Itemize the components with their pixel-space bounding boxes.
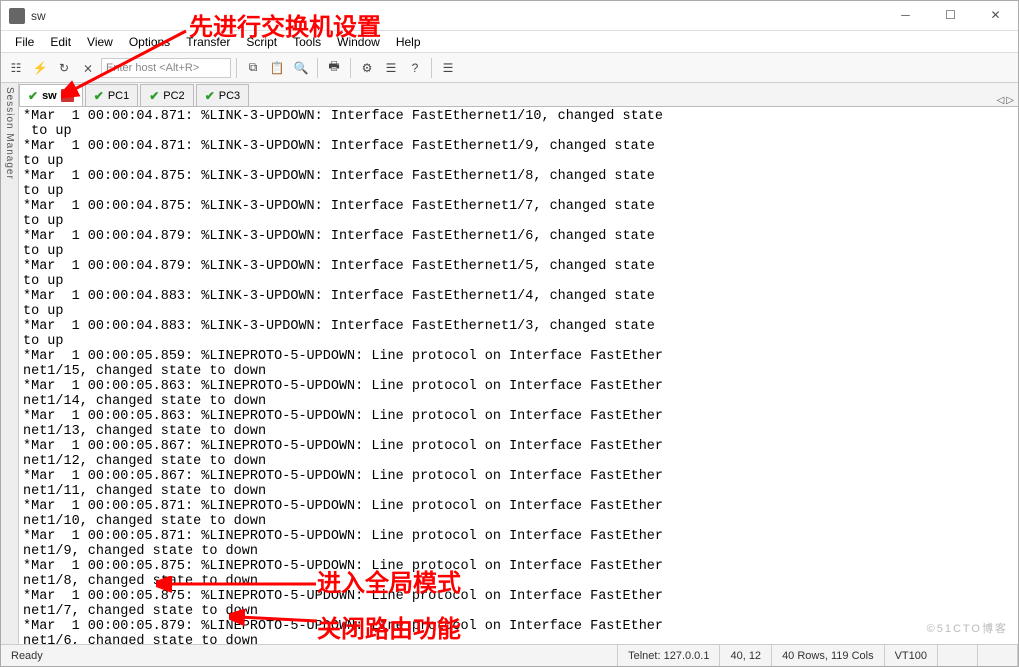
menu-window[interactable]: Window (329, 33, 388, 51)
terminal-line: *Mar 1 00:00:05.867: %LINEPROTO-5-UPDOWN… (23, 469, 1014, 499)
tab-next-icon[interactable]: ▷ (1006, 95, 1014, 106)
session-options-icon[interactable]: ☰ (380, 57, 402, 79)
terminal-line: *Mar 1 00:00:04.875: %LINK-3-UPDOWN: Int… (23, 169, 1014, 199)
terminal-line: *Mar 1 00:00:04.871: %LINK-3-UPDOWN: Int… (23, 109, 1014, 139)
menubar: File Edit View Options Transfer Script T… (1, 31, 1018, 53)
titlebar: sw ─ ☐ ✕ (1, 1, 1018, 31)
terminal-line: *Mar 1 00:00:04.871: %LINK-3-UPDOWN: Int… (23, 139, 1014, 169)
app-window: sw ─ ☐ ✕ File Edit View Options Transfer… (0, 0, 1019, 667)
tab-pc2[interactable]: ✔ PC2 (140, 84, 193, 106)
status-num (978, 645, 1018, 666)
separator (236, 58, 237, 78)
status-emulation: VT100 (885, 645, 938, 666)
menu-script[interactable]: Script (238, 33, 285, 51)
app-icon (9, 8, 25, 24)
tab-label: PC1 (108, 90, 129, 102)
find-icon[interactable]: 🔍 (290, 57, 312, 79)
status-size: 40 Rows, 119 Cols (772, 645, 885, 666)
connected-icon: ✔ (94, 89, 104, 103)
help-icon[interactable]: ? (404, 57, 426, 79)
menu-options[interactable]: Options (121, 33, 178, 51)
status-telnet: Telnet: 127.0.0.1 (618, 645, 720, 666)
terminal-output[interactable]: *Mar 1 00:00:04.871: %LINK-3-UPDOWN: Int… (19, 107, 1018, 644)
window-controls: ─ ☐ ✕ (883, 1, 1018, 31)
statusbar: Ready Telnet: 127.0.0.1 40, 12 40 Rows, … (1, 644, 1018, 666)
main: ✔ sw ✕ ✔ PC1 ✔ PC2 ✔ PC3 ◁ ▷ (19, 83, 1018, 644)
status-caps (938, 645, 978, 666)
terminal-line: *Mar 1 00:00:05.863: %LINEPROTO-5-UPDOWN… (23, 409, 1014, 439)
terminal-line: *Mar 1 00:00:05.867: %LINEPROTO-5-UPDOWN… (23, 439, 1014, 469)
minimize-button[interactable]: ─ (883, 1, 928, 31)
connected-icon: ✔ (149, 89, 159, 103)
tab-prev-icon[interactable]: ◁ (997, 95, 1005, 106)
terminal-line: *Mar 1 00:00:05.871: %LINEPROTO-5-UPDOWN… (23, 529, 1014, 559)
separator (350, 58, 351, 78)
terminal-line: *Mar 1 00:00:04.883: %LINK-3-UPDOWN: Int… (23, 319, 1014, 349)
quick-connect-icon[interactable]: ⚡ (29, 57, 51, 79)
paste-icon[interactable]: 📋 (266, 57, 288, 79)
status-ready: Ready (1, 645, 618, 666)
status-position: 40, 12 (720, 645, 772, 666)
tab-label: PC2 (163, 90, 184, 102)
menu-transfer[interactable]: Transfer (178, 33, 238, 51)
terminal-line: *Mar 1 00:00:05.871: %LINEPROTO-5-UPDOWN… (23, 499, 1014, 529)
terminal-line: *Mar 1 00:00:04.883: %LINK-3-UPDOWN: Int… (23, 289, 1014, 319)
menu-tools[interactable]: Tools (285, 33, 329, 51)
menu-edit[interactable]: Edit (42, 33, 79, 51)
tab-nav: ◁ ▷ (997, 95, 1018, 106)
terminal-line: *Mar 1 00:00:04.879: %LINK-3-UPDOWN: Int… (23, 229, 1014, 259)
maximize-button[interactable]: ☐ (928, 1, 973, 31)
tab-label: PC3 (219, 90, 240, 102)
terminal-line: *Mar 1 00:00:04.879: %LINK-3-UPDOWN: Int… (23, 259, 1014, 289)
connected-icon: ✔ (205, 89, 215, 103)
watermark: ©51CTO博客 (927, 620, 1008, 636)
connect-icon[interactable]: ☷ (5, 57, 27, 79)
session-manager-label: Session Manager (4, 87, 15, 180)
terminal-line: *Mar 1 00:00:05.879: %LINEPROTO-5-UPDOWN… (23, 619, 1014, 644)
terminal-line: *Mar 1 00:00:05.859: %LINEPROTO-5-UPDOWN… (23, 349, 1014, 379)
terminal-line: *Mar 1 00:00:05.863: %LINEPROTO-5-UPDOWN… (23, 379, 1014, 409)
tab-sw[interactable]: ✔ sw ✕ (19, 84, 83, 106)
toolbar: ☷ ⚡ ↻ ⨯ Enter host <Alt+R> ⧉ 📋 🔍 🖶 ⚙ ☰ ?… (1, 53, 1018, 83)
terminal-line: *Mar 1 00:00:05.875: %LINEPROTO-5-UPDOWN… (23, 559, 1014, 589)
terminal-line: *Mar 1 00:00:05.875: %LINEPROTO-5-UPDOWN… (23, 589, 1014, 619)
menu-file[interactable]: File (7, 33, 42, 51)
copy-icon[interactable]: ⧉ (242, 57, 264, 79)
reconnect-icon[interactable]: ↻ (53, 57, 75, 79)
connected-icon: ✔ (28, 89, 38, 103)
host-input[interactable]: Enter host <Alt+R> (101, 58, 231, 78)
separator (431, 58, 432, 78)
tab-pc3[interactable]: ✔ PC3 (196, 84, 249, 106)
terminal-line: *Mar 1 00:00:04.875: %LINK-3-UPDOWN: Int… (23, 199, 1014, 229)
disconnect-icon[interactable]: ⨯ (77, 57, 99, 79)
session-tabs: ✔ sw ✕ ✔ PC1 ✔ PC2 ✔ PC3 ◁ ▷ (19, 83, 1018, 107)
tab-close-icon[interactable]: ✕ (61, 89, 74, 102)
body: Session Manager ✔ sw ✕ ✔ PC1 ✔ PC2 ✔ (1, 83, 1018, 644)
close-button[interactable]: ✕ (973, 1, 1018, 31)
window-title: sw (31, 9, 883, 23)
separator (317, 58, 318, 78)
chat-icon[interactable]: ☰ (437, 57, 459, 79)
tab-label: sw (42, 90, 57, 102)
print-icon[interactable]: 🖶 (323, 57, 345, 79)
tab-pc1[interactable]: ✔ PC1 (85, 84, 138, 106)
menu-help[interactable]: Help (388, 33, 429, 51)
options-icon[interactable]: ⚙ (356, 57, 378, 79)
menu-view[interactable]: View (79, 33, 121, 51)
session-manager-tab[interactable]: Session Manager (1, 83, 19, 644)
